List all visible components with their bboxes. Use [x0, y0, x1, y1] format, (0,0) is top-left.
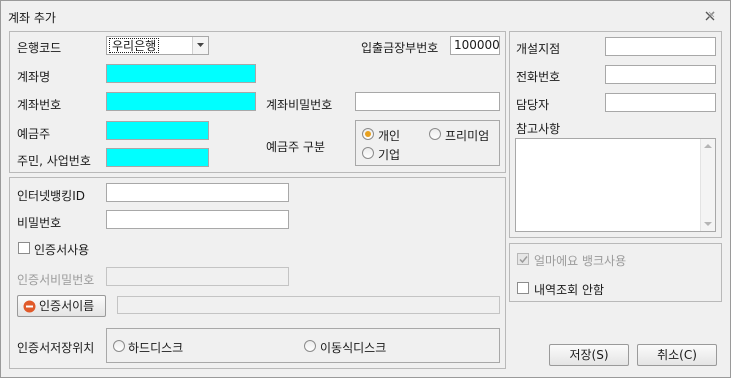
quick-bank-label: 얼마에요 뱅크사용 — [534, 254, 627, 268]
banking-password-label: 비밀번호 — [17, 216, 62, 230]
notes-scrollbar[interactable] — [700, 139, 715, 231]
deposit-book-field[interactable]: 1000000 — [450, 36, 500, 55]
cert-storage-label: 인증서저장위치 — [17, 341, 95, 355]
use-cert-checkbox[interactable] — [18, 242, 30, 254]
cert-name-button[interactable]: 인증서이름 — [17, 295, 106, 317]
cert-password-label: 인증서비밀번호 — [17, 273, 95, 287]
manager-field[interactable] — [605, 93, 716, 112]
holder-type-premium-radio[interactable] — [429, 128, 441, 140]
bank-select[interactable]: 우리은행 — [106, 36, 209, 55]
holder-type-individual-radio[interactable] — [362, 128, 374, 140]
dialog-window: 계좌 추가 은행코드 우리은행 입출금장부번호 1000000 계좌명 계좌번호… — [0, 0, 731, 378]
scroll-up-icon[interactable] — [704, 144, 712, 148]
cert-password-field[interactable] — [106, 267, 289, 286]
banking-password-field[interactable] — [106, 210, 289, 229]
storage-harddisk-radio[interactable] — [113, 340, 125, 352]
close-icon[interactable] — [704, 10, 716, 22]
branch-label: 개설지점 — [516, 42, 561, 56]
account-name-field[interactable] — [106, 64, 256, 83]
bank-select-value: 우리은행 — [109, 38, 160, 53]
banking-id-field[interactable] — [106, 183, 289, 202]
cancel-button[interactable]: 취소(C) — [637, 344, 717, 366]
dialog-title: 계좌 추가 — [8, 11, 56, 25]
storage-removable-radio[interactable] — [304, 340, 316, 352]
phone-field[interactable] — [605, 65, 716, 84]
deposit-book-label: 입출금장부번호 — [361, 41, 439, 55]
storage-removable-label: 이동식디스크 — [320, 341, 387, 355]
id-number-field[interactable] — [106, 148, 209, 167]
checkmark-icon — [519, 256, 528, 264]
history-label: 내역조회 안함 — [534, 283, 605, 297]
save-button[interactable]: 저장(S) — [549, 344, 629, 366]
notes-textarea[interactable] — [515, 138, 716, 232]
title-bar: 계좌 추가 — [1, 1, 730, 31]
holder-type-premium-label: 프리미엄 — [445, 129, 490, 143]
storage-harddisk-label: 하드디스크 — [128, 341, 184, 355]
account-name-label: 계좌명 — [17, 70, 51, 84]
holder-field[interactable] — [106, 121, 209, 140]
phone-label: 전화번호 — [516, 70, 561, 84]
manager-label: 담당자 — [516, 98, 550, 112]
account-number-label: 계좌번호 — [17, 98, 62, 112]
holder-type-corporate-label: 기업 — [378, 148, 401, 162]
quick-bank-checkbox[interactable] — [517, 253, 529, 265]
account-password-label: 계좌비밀번호 — [266, 98, 333, 112]
holder-type-label: 예금주 구분 — [266, 140, 326, 154]
holder-type-individual-label: 개인 — [378, 129, 401, 143]
notes-label: 참고사항 — [516, 122, 561, 136]
bank-code-label: 은행코드 — [17, 41, 62, 55]
account-password-field[interactable] — [355, 92, 500, 111]
no-entry-icon — [23, 300, 36, 313]
history-checkbox[interactable] — [517, 282, 529, 294]
scroll-down-icon[interactable] — [704, 222, 712, 226]
banking-id-label: 인터넷뱅킹ID — [17, 189, 85, 203]
chevron-down-icon[interactable] — [192, 37, 208, 54]
cert-name-field — [117, 296, 500, 314]
cert-name-button-label: 인증서이름 — [39, 299, 95, 313]
id-number-label: 주민, 사업번호 — [17, 154, 91, 168]
use-cert-label: 인증서사용 — [34, 243, 90, 257]
holder-type-corporate-radio[interactable] — [362, 147, 374, 159]
holder-label: 예금주 — [17, 127, 51, 141]
branch-field[interactable] — [605, 37, 716, 56]
account-number-field[interactable] — [106, 92, 256, 111]
